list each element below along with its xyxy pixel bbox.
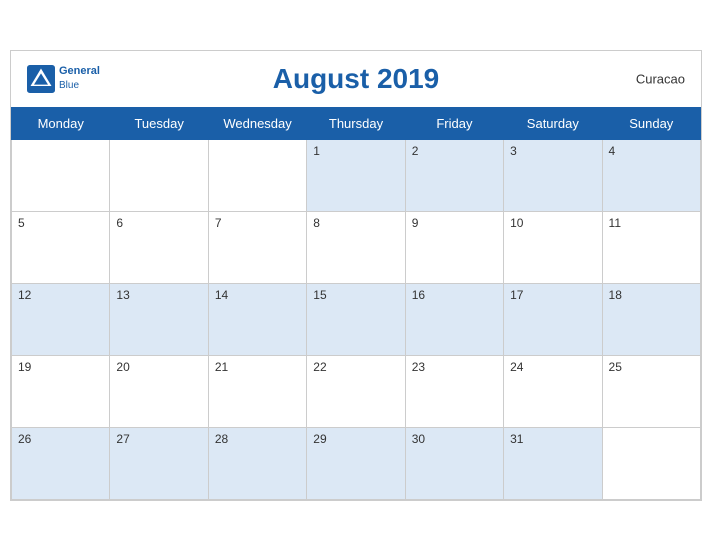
calendar-week-row: 1 2 3 4 [12, 139, 701, 211]
day-number: 12 [18, 288, 31, 302]
day-number: 10 [510, 216, 523, 230]
day-number: 4 [609, 144, 616, 158]
calendar-cell: 31 [504, 427, 602, 499]
weekday-header-row: Monday Tuesday Wednesday Thursday Friday… [12, 107, 701, 139]
calendar-cell: 29 [307, 427, 405, 499]
calendar-grid: Monday Tuesday Wednesday Thursday Friday… [11, 107, 701, 500]
day-number: 5 [18, 216, 25, 230]
calendar-cell: 22 [307, 355, 405, 427]
day-number: 22 [313, 360, 326, 374]
day-number: 3 [510, 144, 517, 158]
day-number: 29 [313, 432, 326, 446]
day-number: 25 [609, 360, 622, 374]
calendar-cell: 30 [405, 427, 503, 499]
calendar-cell: 26 [12, 427, 110, 499]
calendar-cell: 17 [504, 283, 602, 355]
calendar-cell: 4 [602, 139, 700, 211]
calendar-week-row: 5 6 7 8 9 10 11 [12, 211, 701, 283]
calendar-cell: 19 [12, 355, 110, 427]
day-number: 6 [116, 216, 123, 230]
calendar-cell [110, 139, 208, 211]
calendar-cell: 28 [208, 427, 306, 499]
header-sunday: Sunday [602, 107, 700, 139]
calendar-cell: 13 [110, 283, 208, 355]
day-number: 16 [412, 288, 425, 302]
calendar-cell: 21 [208, 355, 306, 427]
calendar-cell: 25 [602, 355, 700, 427]
day-number: 7 [215, 216, 222, 230]
calendar-cell: 23 [405, 355, 503, 427]
day-number: 9 [412, 216, 419, 230]
calendar-cell: 9 [405, 211, 503, 283]
calendar-cell: 11 [602, 211, 700, 283]
header-wednesday: Wednesday [208, 107, 306, 139]
calendar-cell: 27 [110, 427, 208, 499]
calendar-cell: 24 [504, 355, 602, 427]
header-tuesday: Tuesday [110, 107, 208, 139]
logo-area: GeneralBlue [27, 65, 100, 93]
day-number: 21 [215, 360, 228, 374]
day-number: 17 [510, 288, 523, 302]
calendar-week-row: 26 27 28 29 30 31 [12, 427, 701, 499]
calendar-week-row: 19 20 21 22 23 24 25 [12, 355, 701, 427]
day-number: 2 [412, 144, 419, 158]
day-number: 30 [412, 432, 425, 446]
day-number: 31 [510, 432, 523, 446]
calendar-cell: 1 [307, 139, 405, 211]
calendar-body: 1234567891011121314151617181920212223242… [12, 139, 701, 499]
day-number: 23 [412, 360, 425, 374]
day-number: 20 [116, 360, 129, 374]
day-number: 11 [609, 216, 621, 230]
calendar-title: August 2019 [273, 63, 440, 95]
logo-text: GeneralBlue [59, 65, 100, 91]
header-thursday: Thursday [307, 107, 405, 139]
calendar-cell: 12 [12, 283, 110, 355]
calendar-week-row: 12 13 14 15 16 17 18 [12, 283, 701, 355]
calendar-cell: 3 [504, 139, 602, 211]
day-number: 27 [116, 432, 129, 446]
calendar-cell: 8 [307, 211, 405, 283]
day-number: 1 [313, 144, 320, 158]
header-saturday: Saturday [504, 107, 602, 139]
day-number: 15 [313, 288, 326, 302]
calendar: GeneralBlue August 2019 Curacao Monday T… [10, 50, 702, 501]
calendar-cell: 7 [208, 211, 306, 283]
generalblue-logo-icon [27, 65, 55, 93]
day-number: 14 [215, 288, 228, 302]
day-number: 26 [18, 432, 31, 446]
header-friday: Friday [405, 107, 503, 139]
calendar-cell [208, 139, 306, 211]
calendar-cell: 10 [504, 211, 602, 283]
day-number: 13 [116, 288, 129, 302]
calendar-cell: 14 [208, 283, 306, 355]
header-monday: Monday [12, 107, 110, 139]
calendar-cell: 18 [602, 283, 700, 355]
day-number: 18 [609, 288, 622, 302]
calendar-cell: 2 [405, 139, 503, 211]
day-number: 8 [313, 216, 320, 230]
calendar-cell: 16 [405, 283, 503, 355]
day-number: 19 [18, 360, 31, 374]
calendar-header: GeneralBlue August 2019 Curacao [11, 51, 701, 107]
calendar-cell: 6 [110, 211, 208, 283]
calendar-cell: 15 [307, 283, 405, 355]
day-number: 24 [510, 360, 523, 374]
country-label: Curacao [636, 71, 685, 86]
calendar-cell: 5 [12, 211, 110, 283]
calendar-cell: 20 [110, 355, 208, 427]
calendar-cell [12, 139, 110, 211]
calendar-cell [602, 427, 700, 499]
day-number: 28 [215, 432, 228, 446]
